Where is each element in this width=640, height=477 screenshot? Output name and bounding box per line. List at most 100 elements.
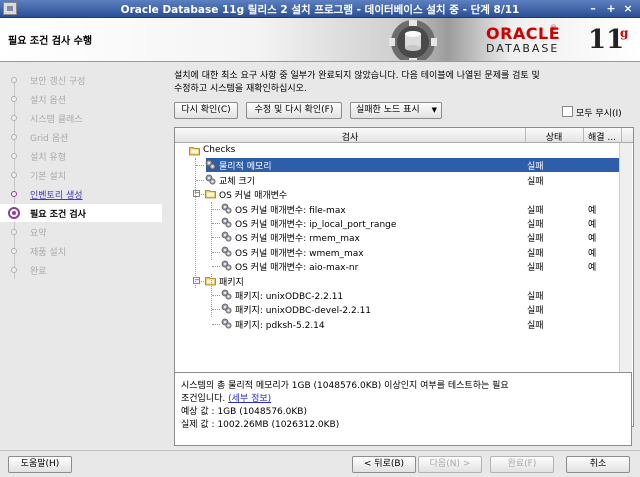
window-title: Oracle Database 11g 릴리스 2 설치 프로그램 - 데이터베… — [120, 4, 520, 16]
check-name: 패키지 — [219, 277, 244, 288]
check-name: 패키지: pdksh-5.2.14 — [235, 320, 325, 331]
table-row[interactable]: OS 커널 매개변수: ip_local_port_range 실패 예 — [175, 216, 633, 230]
step-label: 설치 옵션 — [30, 96, 66, 106]
check-gear-icon — [221, 318, 232, 329]
step-create-inventory[interactable]: 인벤토리 생성 — [0, 185, 162, 203]
check-fixable: 예 — [588, 220, 597, 230]
check-details-panel: 시스템의 총 물리적 메모리가 1GB (1048576.0KB) 이상인지 여… — [174, 372, 632, 446]
step-install-option: 설치 옵션 — [0, 90, 162, 108]
fix-and-recheck-button[interactable]: 수정 및 다시 확인(F) — [246, 102, 342, 119]
details-text: 조건입니다. — [181, 394, 226, 404]
check-name: 교체 크기 — [219, 176, 255, 187]
cancel-button[interactable]: 취소 — [566, 456, 630, 473]
table-row[interactable]: − 패키지 — [175, 274, 633, 288]
step-system-class: 시스템 클래스 — [0, 109, 162, 127]
check-status: 실패 — [527, 205, 544, 216]
minimize-button[interactable]: – — [586, 2, 600, 15]
close-button[interactable]: × — [621, 2, 635, 15]
table-row[interactable]: OS 커널 매개변수: file-max 실패 예 — [175, 202, 633, 216]
check-gear-icon — [221, 217, 232, 228]
more-details-link[interactable]: (세부 정보) — [228, 394, 271, 404]
column-header-fixable[interactable]: 해결 ... — [583, 130, 621, 143]
maximize-button[interactable]: + — [604, 2, 618, 15]
column-header-status[interactable]: 상태 — [525, 130, 583, 143]
recheck-button[interactable]: 다시 확인(C) — [174, 102, 238, 119]
table-header: 검사 상태 해결 ... — [175, 128, 633, 143]
actual-value: 실제 값 : 1002.26MB (1026312.0KB) — [181, 420, 340, 430]
ignore-all-checkbox[interactable] — [562, 106, 573, 117]
logo-registered: ® — [550, 24, 557, 32]
table-row[interactable]: 패키지: unixODBC-2.2.11 실패 — [175, 288, 633, 302]
table-row[interactable]: 패키지: pdksh-5.2.14 실패 — [175, 317, 633, 331]
tree-connector — [212, 208, 220, 210]
check-gear-icon — [221, 289, 232, 300]
next-button[interactable]: 다음(N) > — [418, 456, 482, 473]
table-row[interactable]: Checks — [175, 144, 633, 158]
check-status: 실패 — [527, 220, 544, 230]
check-fixable: 예 — [588, 263, 597, 274]
tree-connector — [212, 309, 220, 311]
table-row[interactable]: OS 커널 매개변수: wmem_max 실패 예 — [175, 245, 633, 259]
check-status: 실패 — [527, 306, 544, 317]
check-status: 실패 — [527, 248, 544, 259]
finish-button[interactable]: 완료(F) — [490, 456, 554, 473]
step-label[interactable]: 인벤토리 생성 — [30, 188, 83, 201]
step-label: 필요 조건 검사 — [30, 210, 86, 220]
step-summary: 요약 — [0, 223, 162, 241]
logo-g: g — [620, 26, 629, 40]
folder-icon — [205, 190, 216, 199]
check-fixable: 예 — [588, 234, 597, 245]
check-gear-icon — [221, 303, 232, 314]
details-text-line2: 조건입니다. (세부 정보) — [181, 391, 271, 404]
table-row[interactable]: − OS 커널 매개변수 — [175, 187, 633, 201]
step-security-updates: 보안 갱신 구성 — [0, 71, 162, 89]
expected-value: 예상 값 : 1GB (1048576.0KB) — [181, 407, 307, 417]
check-status: 실패 — [527, 263, 544, 274]
check-name: OS 커널 매개변수: ip_local_port_range — [235, 220, 397, 230]
tree-connector — [212, 295, 220, 296]
check-name: OS 커널 매개변수: wmem_max — [235, 248, 364, 259]
check-gear-icon — [221, 203, 232, 214]
tree-guide-line — [211, 274, 212, 317]
tree-connector — [212, 266, 220, 268]
check-status: 실패 — [527, 176, 544, 187]
main-panel: 설치에 대한 최소 요구 사항 중 일부가 완료되지 않았습니다. 다음 테이블… — [164, 63, 640, 450]
column-header-check[interactable]: 검사 — [175, 130, 525, 143]
oracle-database-logo: ORACLE ® DATABASE 11 g — [486, 24, 636, 58]
help-button[interactable]: 도움말(H) — [8, 456, 72, 473]
check-gear-icon — [221, 260, 232, 271]
check-fixable: 예 — [588, 205, 597, 216]
check-status: 실패 — [527, 292, 544, 302]
table-row[interactable]: 물리적 메모리 실패 — [196, 158, 619, 173]
step-typical-install: 기본 설치 — [0, 166, 162, 184]
show-failed-nodes-dropdown[interactable]: 실패한 노드 표시 ▼ — [350, 102, 442, 119]
step-done-icon — [11, 134, 17, 140]
table-row[interactable]: OS 커널 매개변수: aio-max-nr 실패 예 — [175, 259, 633, 273]
check-name: OS 커널 매개변수: aio-max-nr — [235, 263, 359, 274]
step-navigation: 보안 갱신 구성 설치 옵션 시스템 클래스 Grid 옵션 설치 유형 기본 … — [0, 63, 162, 450]
step-current-icon — [8, 207, 20, 219]
step-done-icon — [11, 96, 17, 102]
tree-guide-line — [211, 202, 212, 260]
check-fixable: 예 — [588, 248, 597, 259]
step-label: 제품 설치 — [30, 248, 66, 258]
instructions-text: 설치에 대한 최소 요구 사항 중 일부가 완료되지 않았습니다. 다음 테이블… — [174, 70, 614, 96]
step-install-product: 제품 설치 — [0, 242, 162, 260]
step-todo-icon — [11, 229, 17, 235]
step-done-icon — [11, 77, 17, 83]
tree-guide-line — [195, 158, 196, 288]
tree-connector — [196, 165, 204, 167]
check-status: 실패 — [527, 320, 544, 331]
table-row[interactable]: OS 커널 매개변수: rmem_max 실패 예 — [175, 230, 633, 244]
step-link-icon — [11, 191, 17, 197]
check-name: OS 커널 매개변수: rmem_max — [235, 234, 360, 245]
ignore-all-label: 모두 무시(I) — [576, 109, 622, 119]
dropdown-label: 실패한 노드 표시 — [356, 105, 420, 115]
window-title-bar: Oracle Database 11g 릴리스 2 설치 프로그램 - 데이터베… — [0, 0, 640, 18]
table-row[interactable]: 패키지: unixODBC-devel-2.2.11 실패 — [175, 302, 633, 316]
step-label: 시스템 클래스 — [30, 115, 83, 125]
instructions-line: 설치에 대한 최소 요구 사항 중 일부가 완료되지 않았습니다. 다음 테이블… — [174, 71, 540, 81]
back-button[interactable]: < 뒤로(B) — [352, 456, 416, 473]
tree-connector — [212, 223, 220, 224]
table-row[interactable]: 교체 크기 실패 — [175, 173, 633, 187]
